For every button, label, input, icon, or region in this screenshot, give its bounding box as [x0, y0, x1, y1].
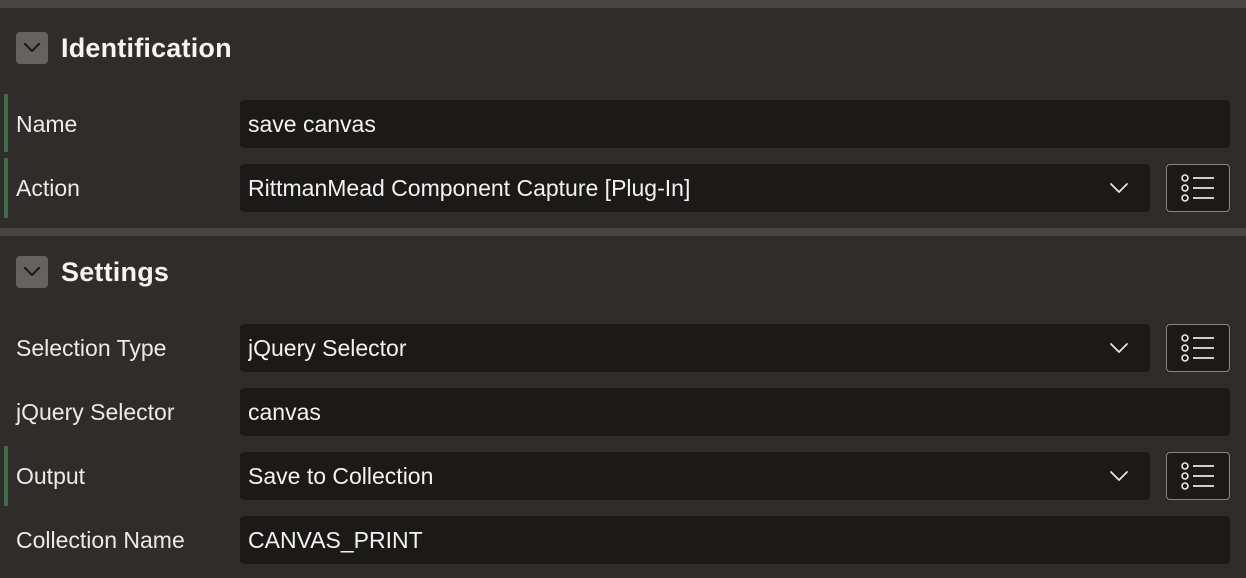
- chevron-down-icon: [1108, 181, 1130, 195]
- action-list-button[interactable]: [1166, 164, 1230, 212]
- action-label: Action: [16, 175, 80, 201]
- action-row: Action RittmanMead Component Capture [Pl…: [0, 158, 1246, 218]
- chevron-down-icon: [1108, 469, 1130, 483]
- required-marker: [4, 446, 8, 506]
- output-label: Output: [16, 463, 86, 489]
- action-select[interactable]: RittmanMead Component Capture [Plug-In]: [240, 164, 1150, 212]
- chevron-down-icon: [23, 42, 41, 53]
- name-row: Name save canvas: [0, 94, 1246, 152]
- collapse-identification-button[interactable]: [16, 32, 48, 64]
- required-marker: [4, 94, 8, 152]
- output-select[interactable]: Save to Collection: [240, 452, 1150, 500]
- section-title-identification: Identification: [61, 32, 232, 63]
- chevron-down-icon: [1108, 341, 1130, 355]
- selection-type-label: Selection Type: [16, 335, 167, 361]
- property-editor: Identification Name save canvas Action R…: [0, 0, 1246, 578]
- selection-type-row: Selection Type jQuery Selector: [0, 324, 1246, 372]
- collection-name-row: Collection Name CANVAS_PRINT: [0, 516, 1246, 564]
- collection-name-input[interactable]: CANVAS_PRINT: [240, 516, 1230, 564]
- list-icon: [1181, 174, 1214, 202]
- output-row: Output Save to Collection: [0, 446, 1246, 506]
- name-value: save canvas: [248, 110, 376, 137]
- list-icon: [1181, 462, 1214, 490]
- settings-section-header: Settings: [16, 255, 169, 289]
- action-value: RittmanMead Component Capture [Plug-In]: [248, 174, 691, 201]
- identification-section-header: Identification: [16, 31, 232, 65]
- name-input[interactable]: save canvas: [240, 100, 1230, 148]
- jquery-selector-label: jQuery Selector: [16, 399, 175, 425]
- section-separator: [0, 228, 1246, 236]
- required-marker: [4, 158, 8, 218]
- jquery-selector-row: jQuery Selector canvas: [0, 388, 1246, 436]
- chevron-down-icon: [23, 266, 41, 277]
- name-label: Name: [16, 111, 78, 137]
- selection-type-select[interactable]: jQuery Selector: [240, 324, 1150, 372]
- selection-type-list-button[interactable]: [1166, 324, 1230, 372]
- collection-name-value: CANVAS_PRINT: [248, 526, 423, 553]
- output-value: Save to Collection: [248, 462, 434, 489]
- jquery-selector-input[interactable]: canvas: [240, 388, 1230, 436]
- section-title-settings: Settings: [61, 256, 170, 287]
- collection-name-label: Collection Name: [16, 527, 185, 553]
- list-icon: [1181, 334, 1214, 362]
- output-list-button[interactable]: [1166, 452, 1230, 500]
- section-separator: [0, 0, 1246, 8]
- collapse-settings-button[interactable]: [16, 256, 48, 288]
- selection-type-value: jQuery Selector: [248, 334, 407, 361]
- jquery-selector-value: canvas: [248, 398, 321, 425]
